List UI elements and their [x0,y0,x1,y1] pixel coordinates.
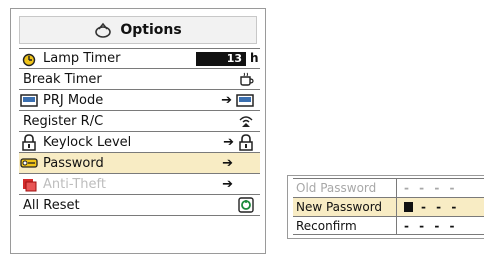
prj-mode-icon [19,93,39,108]
menu-item-label: Password [43,155,104,171]
old-password-label: Old Password [293,179,397,197]
menu-item-keylock-level[interactable]: Keylock Level ➔ [19,132,260,153]
lock-icon [238,133,254,151]
menu-item-all-reset[interactable]: All Reset [19,195,260,216]
reconfirm-row[interactable]: Reconfirm - - - - [293,216,484,235]
old-password-row[interactable]: Old Password - - - - [293,178,484,197]
menu-item-label: Keylock Level [43,134,132,150]
new-password-label: New Password [293,198,397,216]
reset-icon [238,197,254,213]
options-icon [94,22,112,38]
lamp-timer-value: 13 [196,52,246,66]
menu-item-label: Anti-Theft [43,176,106,192]
reconfirm-field[interactable]: - - - - [397,219,457,233]
arrow-right-icon: ➔ [223,134,234,150]
new-password-field[interactable]: - - - [397,200,459,214]
menu-item-label: Break Timer [23,71,102,87]
arrow-right-icon: ➔ [222,155,233,171]
old-password-field[interactable]: - - - - [397,181,457,195]
signal-icon [238,113,254,129]
menu-item-password[interactable]: Password ➔ [19,153,260,174]
password-submenu: Old Password - - - - New Password - - - … [287,175,484,239]
anti-theft-icon [19,176,39,192]
menu-item-label: PRJ Mode [43,92,104,108]
reconfirm-label: Reconfirm [293,217,397,234]
menu-title: Options [120,22,182,38]
input-cursor [404,202,413,212]
lamp-timer-unit: h [250,51,259,65]
key-icon [19,156,39,170]
lock-icon [19,133,39,151]
arrow-right-icon: ➔ [221,92,232,108]
menu-item-prj-mode[interactable]: PRJ Mode ➔ [19,90,260,111]
options-menu: Options Lamp Timer 13 h Break Timer PRJ … [10,8,266,254]
cup-icon [238,71,254,87]
menu-title-bar: Options [19,16,257,44]
menu-item-label: Lamp Timer [43,51,121,66]
menu-item-break-timer[interactable]: Break Timer [19,69,260,90]
menu-item-lamp-timer[interactable]: Lamp Timer 13 h [19,48,260,69]
new-password-value: - - - [421,200,460,214]
menu-item-label: Register R/C [23,113,104,129]
new-password-row[interactable]: New Password - - - [293,197,484,216]
lamp-timer-icon [19,51,39,67]
arrow-right-icon: ➔ [222,176,233,192]
menu-item-register-rc[interactable]: Register R/C [19,111,260,132]
prj-mode-icon [236,93,254,108]
menu-item-label: All Reset [23,197,80,213]
menu-item-anti-theft[interactable]: Anti-Theft ➔ [19,174,260,195]
